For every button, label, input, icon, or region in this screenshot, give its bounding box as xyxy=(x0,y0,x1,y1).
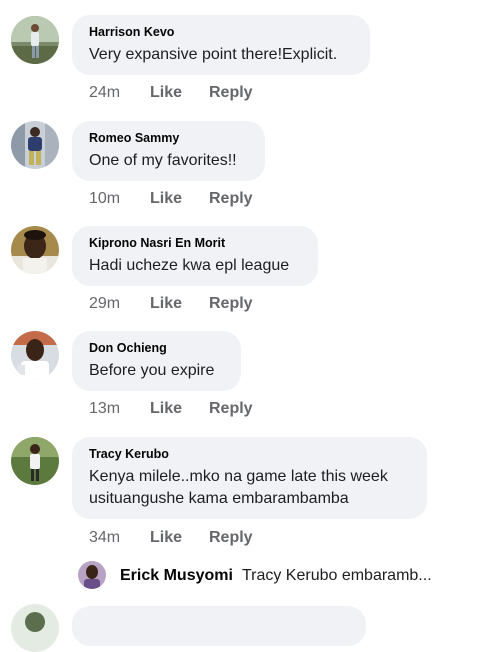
person-photo-icon xyxy=(11,437,59,485)
reply-preview[interactable]: Erick Musyomi Tracy Kerubo embaramb... xyxy=(78,561,478,593)
comment-bubble[interactable] xyxy=(72,606,366,646)
comment-bubble[interactable]: Don Ochieng Before you expire xyxy=(72,331,241,391)
reply-button[interactable]: Reply xyxy=(209,295,253,313)
like-button[interactable]: Like xyxy=(150,295,209,313)
reply-preview-line: Erick Musyomi Tracy Kerubo embaramb... xyxy=(120,567,432,585)
avatar[interactable] xyxy=(11,331,59,379)
comment-actions: 13m Like Reply xyxy=(89,400,253,418)
comment-bubble[interactable]: Harrison Kevo Very expansive point there… xyxy=(72,15,370,75)
comment-text: Before you expire xyxy=(89,362,215,379)
person-photo-icon xyxy=(78,561,106,589)
reply-button[interactable]: Reply xyxy=(209,84,253,102)
person-photo-icon xyxy=(11,121,59,169)
like-button[interactable]: Like xyxy=(150,84,209,102)
avatar[interactable] xyxy=(11,16,59,64)
comment-actions: 24m Like Reply xyxy=(89,84,253,102)
avatar[interactable] xyxy=(11,604,59,652)
like-button[interactable]: Like xyxy=(150,529,209,547)
person-photo-icon xyxy=(11,226,59,274)
person-photo-icon xyxy=(11,16,59,64)
comment-text: Kenya milele..mko na game late this week… xyxy=(89,468,388,507)
comment-time[interactable]: 10m xyxy=(89,190,150,208)
comment-text: Very expansive point there!Explicit. xyxy=(89,46,338,63)
comment-author[interactable]: Romeo Sammy xyxy=(89,131,249,146)
comment-time[interactable]: 13m xyxy=(89,400,150,418)
comment-time[interactable]: 29m xyxy=(89,295,150,313)
comment-time[interactable]: 24m xyxy=(89,84,150,102)
comment-time[interactable]: 34m xyxy=(89,529,150,547)
avatar[interactable] xyxy=(11,226,59,274)
comment-text: One of my favorites!! xyxy=(89,152,237,169)
comment-text: Hadi ucheze kwa epl league xyxy=(89,257,290,274)
avatar[interactable] xyxy=(11,121,59,169)
comment-author[interactable]: Harrison Kevo xyxy=(89,25,354,40)
person-photo-icon xyxy=(11,331,59,379)
reply-button[interactable]: Reply xyxy=(209,400,253,418)
reply-button[interactable]: Reply xyxy=(209,190,253,208)
comment-actions: 10m Like Reply xyxy=(89,190,253,208)
comment-actions: 34m Like Reply xyxy=(89,529,253,547)
avatar[interactable] xyxy=(11,437,59,485)
comment-bubble[interactable]: Romeo Sammy One of my favorites!! xyxy=(72,121,265,181)
reply-button[interactable]: Reply xyxy=(209,529,253,547)
comment-author[interactable]: Tracy Kerubo xyxy=(89,447,411,462)
like-button[interactable]: Like xyxy=(150,400,209,418)
reply-author[interactable]: Erick Musyomi xyxy=(120,567,233,584)
like-button[interactable]: Like xyxy=(150,190,209,208)
comment-author[interactable]: Kiprono Nasri En Morit xyxy=(89,236,302,251)
comment-author[interactable]: Don Ochieng xyxy=(89,341,225,356)
avatar[interactable] xyxy=(78,561,106,589)
comment-bubble[interactable]: Tracy Kerubo Kenya milele..mko na game l… xyxy=(72,437,427,519)
comment-actions: 29m Like Reply xyxy=(89,295,253,313)
comment-bubble[interactable]: Kiprono Nasri En Morit Hadi ucheze kwa e… xyxy=(72,226,318,286)
reply-text: Tracy Kerubo embaramb... xyxy=(241,567,432,584)
person-photo-icon xyxy=(11,604,59,652)
